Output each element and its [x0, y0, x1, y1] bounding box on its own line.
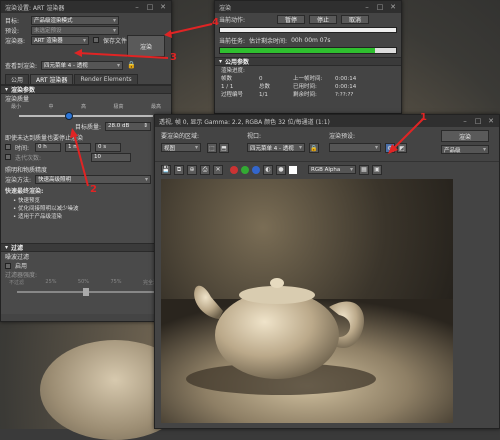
arrow-4-head: [164, 30, 172, 38]
annotation-number-3: 3: [170, 52, 177, 63]
annotation-number-2: 2: [90, 184, 97, 195]
arrow-4: [167, 23, 213, 35]
arrow-2-head: [70, 128, 78, 138]
arrow-2: [73, 133, 89, 187]
annotation-number-1: 1: [420, 112, 427, 123]
arrow-3-head: [74, 49, 82, 57]
arrow-3: [77, 52, 169, 59]
annotation-layer: [70, 23, 425, 187]
annotation-number-4: 4: [212, 17, 219, 28]
